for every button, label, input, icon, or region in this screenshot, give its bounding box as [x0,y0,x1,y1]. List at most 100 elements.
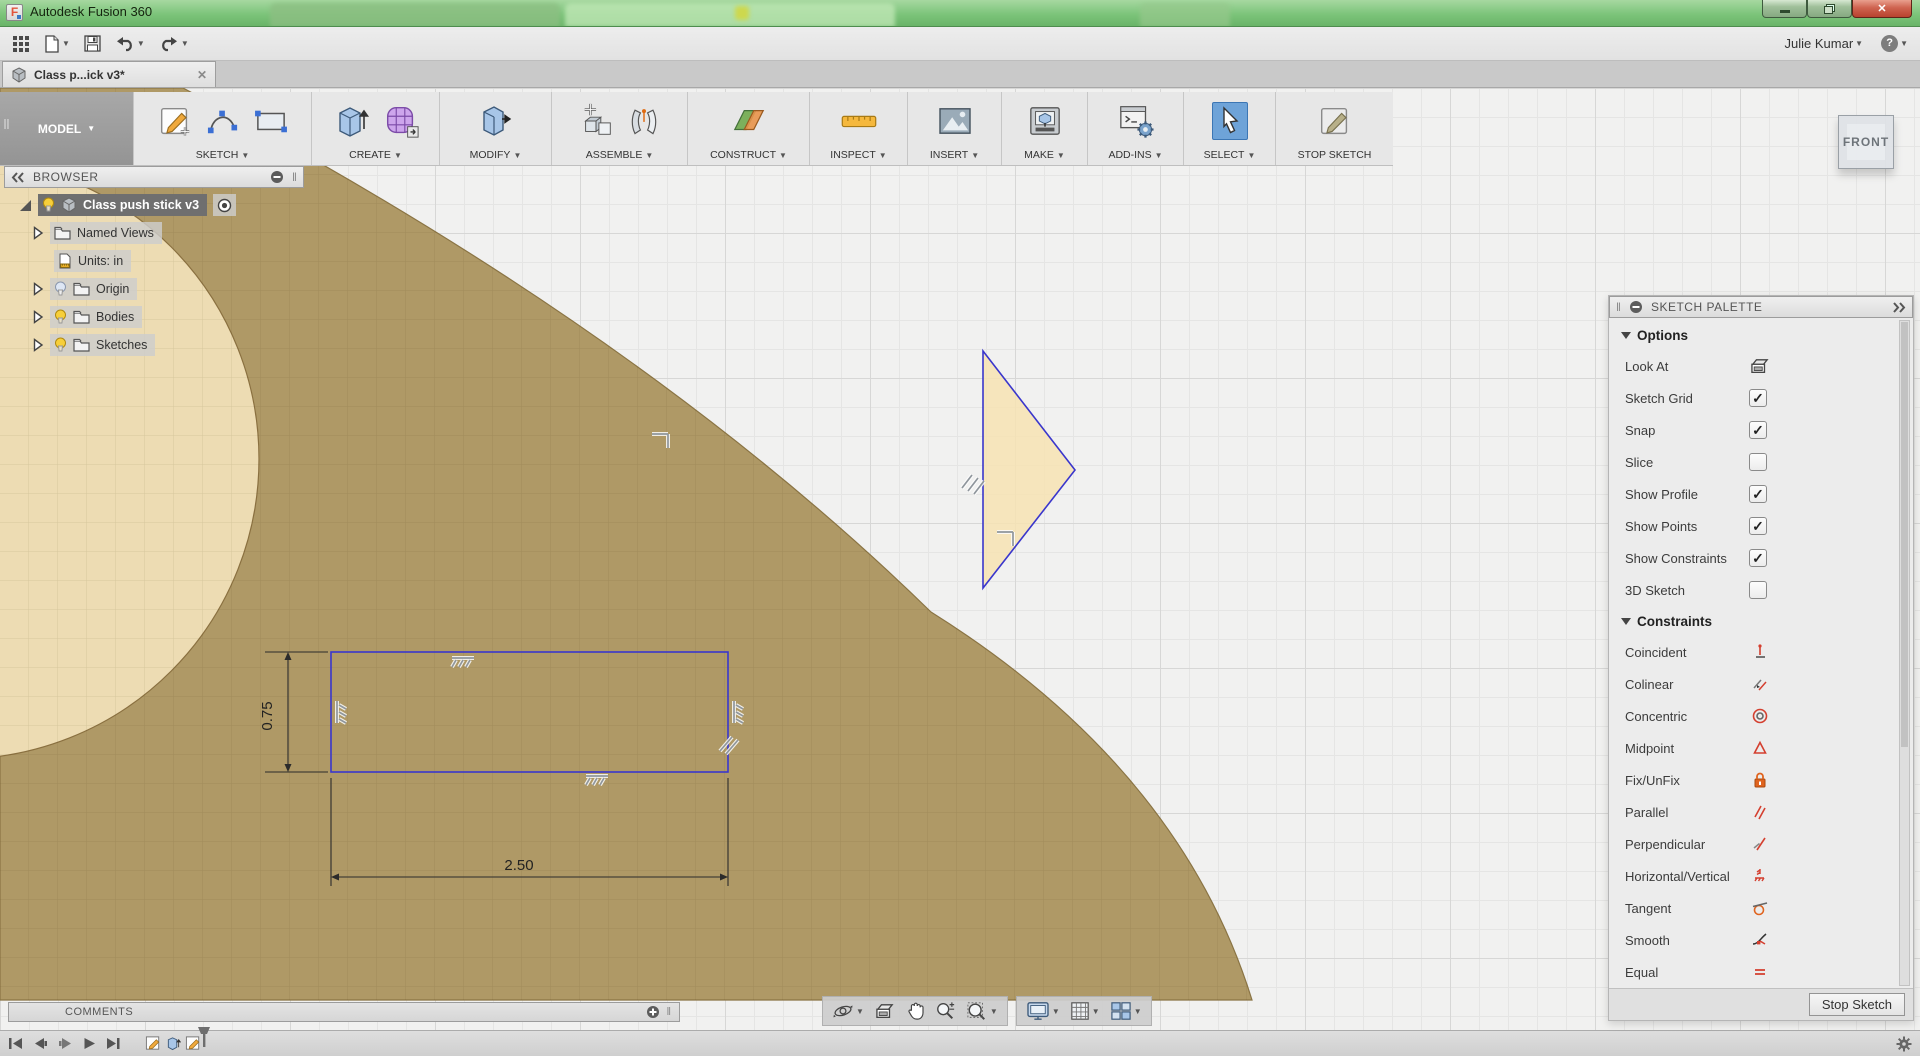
insert-image-button[interactable] [937,106,973,136]
addins-menu[interactable]: ADD-INS ▼ [1088,145,1183,165]
visibility-bulb-icon[interactable] [54,337,67,353]
expander-closed-icon[interactable] [32,282,44,296]
press-pull-button[interactable] [476,101,516,141]
expander-closed-icon[interactable] [32,226,44,240]
inspect-menu[interactable]: INSPECT ▼ [810,145,907,165]
visibility-bulb-icon[interactable] [54,309,67,325]
comments-bar[interactable]: COMMENTS ‖ [8,1002,680,1022]
user-menu[interactable]: Julie Kumar ▼ [1781,33,1868,54]
tab-close-icon[interactable]: ✕ [197,68,207,82]
browser-item-units[interactable]: Units: in [32,250,304,272]
file-menu-button[interactable]: ▼ [40,32,74,56]
minimize-panel-icon[interactable] [270,170,284,184]
timeline-play-button[interactable] [83,1037,96,1050]
fix-unfix-button[interactable] [1749,771,1771,789]
make-3dprint-button[interactable] [1027,104,1063,138]
perpendicular-button[interactable] [1749,835,1771,853]
snap-checkbox[interactable]: ✓ [1749,421,1767,439]
browser-item-named-views[interactable]: Named Views [32,222,304,244]
equal-button[interactable] [1749,963,1771,981]
expander-closed-icon[interactable] [32,338,44,352]
measure-button[interactable] [839,108,879,134]
apps-grid-button[interactable] [8,32,34,56]
save-button[interactable] [80,32,105,55]
visibility-bulb-icon[interactable] [54,281,67,297]
show-constraints-checkbox[interactable]: ✓ [1749,549,1767,567]
construct-menu[interactable]: CONSTRUCT ▼ [688,145,809,165]
construct-plane-button[interactable] [729,103,769,139]
timeline-skip-end-button[interactable] [106,1037,121,1050]
select-button[interactable] [1211,101,1248,140]
palette-scrollbar[interactable] [1899,320,1910,986]
view-cube[interactable]: FRONT [1838,115,1894,169]
redo-button[interactable]: ▼ [155,33,193,55]
options-section-header[interactable]: Options [1621,320,1891,350]
sketch-grid-checkbox[interactable]: ✓ [1749,389,1767,407]
orbit-button[interactable]: ▼ [829,999,867,1023]
grid-settings-button[interactable]: ▼ [1067,999,1103,1023]
stop-sketch-button[interactable] [1316,102,1354,140]
coincident-button[interactable] [1749,643,1771,661]
look-at-nav-button[interactable] [871,1001,899,1022]
sketch-menu[interactable]: SKETCH ▼ [134,145,311,165]
width-dimension-value[interactable]: 2.50 [504,857,533,874]
browser-item-sketches[interactable]: Sketches [32,334,304,356]
browser-item-origin[interactable]: Origin [32,278,304,300]
browser-header[interactable]: BROWSER ‖ [4,166,304,188]
zoom-button[interactable] [932,999,959,1023]
select-menu[interactable]: SELECT ▼ [1184,145,1275,165]
timeline-playhead[interactable] [196,1026,212,1048]
midpoint-button[interactable] [1749,739,1771,757]
timeline-sketch-feature[interactable] [145,1035,162,1052]
restore-button[interactable] [1807,0,1852,18]
spline-button[interactable] [204,105,242,137]
new-component-button[interactable] [578,102,616,140]
tangent-button[interactable] [1749,899,1771,917]
slice-checkbox[interactable] [1749,453,1767,471]
timeline-settings-gear-icon[interactable] [1896,1036,1912,1052]
expander-open-icon[interactable] [18,198,32,212]
concentric-button[interactable] [1749,707,1771,725]
minimize-panel-icon[interactable] [1629,300,1643,314]
viewports-button[interactable]: ▼ [1107,999,1145,1023]
show-profile-checkbox[interactable]: ✓ [1749,485,1767,503]
addins-scripts-button[interactable] [1117,103,1155,139]
colinear-button[interactable] [1749,675,1771,693]
browser-root-row[interactable]: Class push stick v3 [18,194,304,216]
timeline-skip-start-button[interactable] [8,1037,23,1050]
activate-component-radio[interactable] [213,194,237,216]
close-button[interactable]: ✕ [1852,0,1912,18]
3d-sketch-checkbox[interactable] [1749,581,1767,599]
browser-item-bodies[interactable]: Bodies [32,306,304,328]
constraints-section-header[interactable]: Constraints [1621,606,1891,636]
insert-menu[interactable]: INSERT ▼ [908,145,1001,165]
sketch-palette-header[interactable]: ‖ SKETCH PALETTE [1609,296,1913,318]
zoom-window-button[interactable]: ▼ [963,999,1001,1023]
document-tab[interactable]: Class p...ick v3* ✕ [2,61,216,87]
smooth-button[interactable] [1749,931,1771,949]
help-menu[interactable]: ? ▼ [1877,32,1912,55]
add-comment-icon[interactable] [646,1005,660,1019]
stop-sketch-footer-button[interactable]: Stop Sketch [1808,993,1905,1016]
parallel-button[interactable] [1749,803,1771,821]
display-settings-button[interactable]: ▼ [1023,999,1063,1023]
timeline-step-forward-button[interactable] [58,1037,73,1050]
create-sketch-button[interactable] [156,102,194,140]
make-menu[interactable]: MAKE ▼ [1002,145,1087,165]
collapse-panel-icon[interactable] [11,171,25,183]
triangle-sketch-profile[interactable] [982,348,1077,591]
expander-closed-icon[interactable] [32,310,44,324]
undo-button[interactable]: ▼ [111,33,149,55]
create-menu[interactable]: CREATE ▼ [312,145,439,165]
assemble-menu[interactable]: ASSEMBLE ▼ [552,145,687,165]
model-canvas[interactable]: 0.75 2.50 ‖ MODEL ▼ SKETCH ▼ CREATE ▼ MO… [0,88,1920,1030]
collapse-panel-icon[interactable] [1892,301,1906,313]
rectangle-button[interactable] [252,106,290,136]
stop-sketch-label[interactable]: STOP SKETCH [1276,145,1393,165]
visibility-bulb-icon[interactable] [42,197,55,213]
workspace-switcher[interactable]: ‖ MODEL ▼ [0,92,133,165]
show-points-checkbox[interactable]: ✓ [1749,517,1767,535]
form-button[interactable] [382,102,420,140]
extrude-button[interactable] [332,101,372,141]
timeline-extrude-feature[interactable] [166,1035,181,1052]
